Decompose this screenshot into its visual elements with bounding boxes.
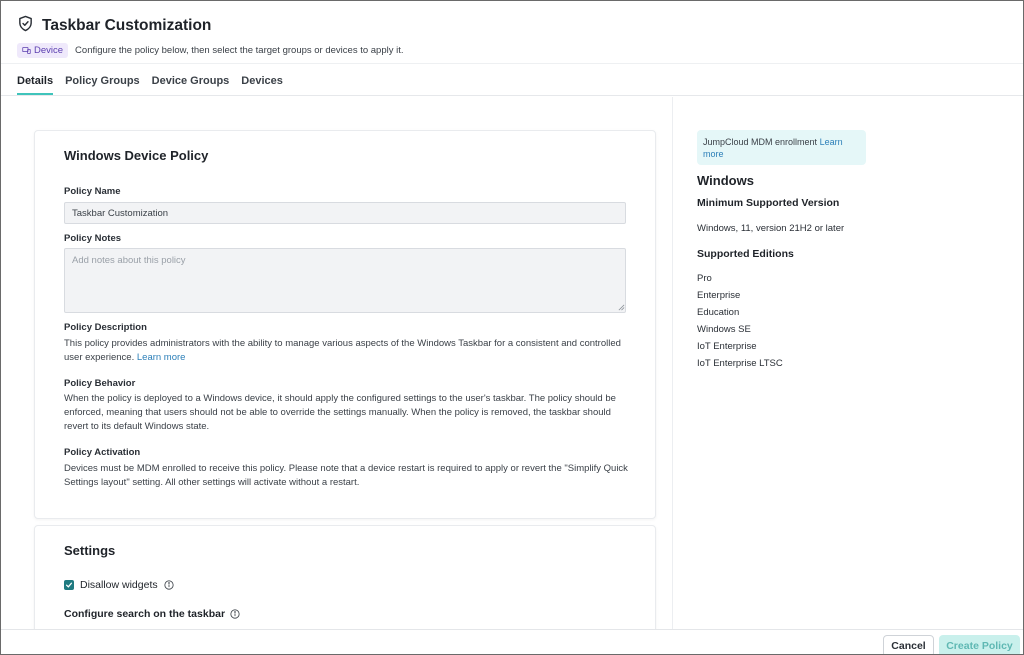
policy-behavior-label: Policy Behavior [64, 378, 136, 389]
mdm-enrollment-notice: JumpCloud MDM enrollment Learn more [697, 130, 866, 165]
policy-description-label: Policy Description [64, 322, 147, 333]
policy-card-title: Windows Device Policy [64, 148, 209, 163]
edition-item: Windows SE [697, 324, 751, 335]
page-header: Taskbar Customization Device Configure t… [1, 1, 1023, 96]
cancel-button[interactable]: Cancel [883, 635, 934, 654]
footer-bar [1, 629, 1023, 654]
page-title: Taskbar Customization [42, 17, 212, 34]
disallow-widgets-row[interactable]: Disallow widgets [64, 579, 174, 591]
check-icon [65, 582, 73, 588]
settings-card: Settings Disallow widgets Configure sear… [34, 525, 656, 635]
description-learn-more-link[interactable]: Learn more [137, 352, 186, 363]
resize-handle-icon[interactable] [618, 304, 625, 311]
tab-policy-groups[interactable]: Policy Groups [65, 75, 140, 95]
device-badge: Device [17, 43, 69, 58]
configure-search-label: Configure search on the taskbar [64, 608, 226, 620]
policy-name-label: Policy Name [64, 186, 121, 197]
tab-details[interactable]: Details [17, 75, 54, 95]
supported-editions-list: Pro Enterprise Education Windows SE IoT … [697, 273, 783, 375]
shield-check-icon [17, 15, 34, 37]
page-subtitle: Configure the policy below, then select … [75, 45, 404, 56]
min-version-value: Windows, 11, version 21H2 or later [697, 223, 845, 234]
policy-notes-label: Policy Notes [64, 233, 122, 244]
policy-activation-label: Policy Activation [64, 447, 141, 458]
settings-card-title: Settings [64, 543, 116, 558]
os-title: Windows [697, 173, 754, 188]
info-icon[interactable] [164, 580, 174, 590]
disallow-widgets-checkbox[interactable] [64, 580, 74, 590]
edition-item: Enterprise [697, 290, 741, 301]
edition-item: IoT Enterprise [697, 341, 757, 352]
edition-item: Pro [697, 273, 712, 284]
devices-icon [22, 47, 31, 54]
header-divider [1, 63, 1023, 64]
min-version-label: Minimum Supported Version [697, 197, 840, 209]
policy-name-input[interactable] [64, 202, 626, 224]
policy-details-card: Windows Device Policy Policy Name Policy… [34, 130, 656, 519]
configure-search-row: Configure search on the taskbar [64, 608, 240, 620]
sidebar-divider [672, 97, 673, 629]
tab-bar: Details Policy Groups Device Groups Devi… [17, 75, 283, 95]
policy-activation-text: Devices must be MDM enrolled to receive … [64, 463, 628, 488]
disallow-widgets-label: Disallow widgets [80, 579, 158, 591]
edition-item: IoT Enterprise LTSC [697, 358, 783, 369]
info-icon[interactable] [230, 609, 240, 619]
supported-editions-label: Supported Editions [697, 248, 794, 260]
app-window: Taskbar Customization Device Configure t… [0, 0, 1024, 655]
tab-device-groups[interactable]: Device Groups [152, 75, 230, 95]
title-row: Taskbar Customization [17, 15, 211, 37]
edition-item: Education [697, 307, 740, 318]
policy-notes-wrapper [35, 248, 657, 314]
policy-notes-textarea[interactable] [64, 248, 626, 313]
create-policy-button[interactable]: Create Policy [939, 635, 1020, 654]
policy-description-text: This policy provides administrators with… [64, 338, 621, 363]
policy-behavior-text: When the policy is deployed to a Windows… [64, 393, 616, 432]
tab-devices[interactable]: Devices [241, 75, 283, 95]
subtitle-row: Device Configure the policy below, then … [17, 43, 404, 58]
